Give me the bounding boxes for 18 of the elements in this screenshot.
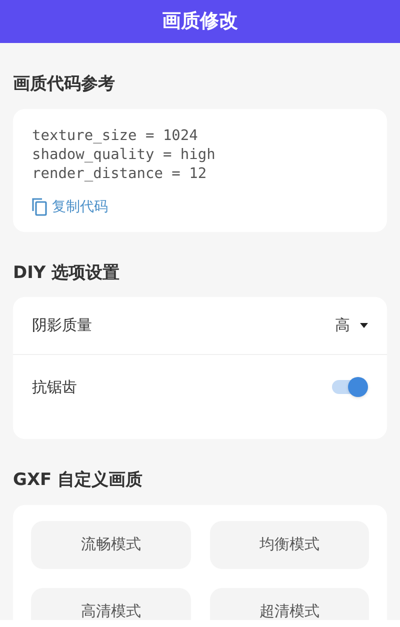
mode-button[interactable]: 流畅模式 <box>31 520 190 568</box>
mode-button[interactable]: 均衡模式 <box>210 520 369 568</box>
toggle-switch[interactable] <box>332 377 368 397</box>
option-label: 阴影质量 <box>32 315 92 336</box>
code-line: texture_size = 1024 <box>32 126 198 146</box>
copy-code-button[interactable]: 复制代码 <box>32 196 108 218</box>
caret-icon <box>360 323 368 328</box>
option-label: 抗锯齿 <box>32 376 77 398</box>
section-title: GXF 自定义画质 <box>13 469 143 492</box>
quality-dropdown[interactable]: 高 <box>335 314 368 337</box>
section-title: 画质代码参考 <box>13 73 115 96</box>
mode-button[interactable]: 超清模式 <box>210 588 369 620</box>
mode-button[interactable]: 高清模式 <box>31 588 190 620</box>
code-line: shadow_quality = high <box>32 146 216 164</box>
code-line: render_distance = 12 <box>32 164 207 184</box>
header-title: 画质修改 <box>162 9 238 34</box>
section-title: DIY 选项设置 <box>13 262 120 284</box>
copy-icon <box>32 198 47 216</box>
